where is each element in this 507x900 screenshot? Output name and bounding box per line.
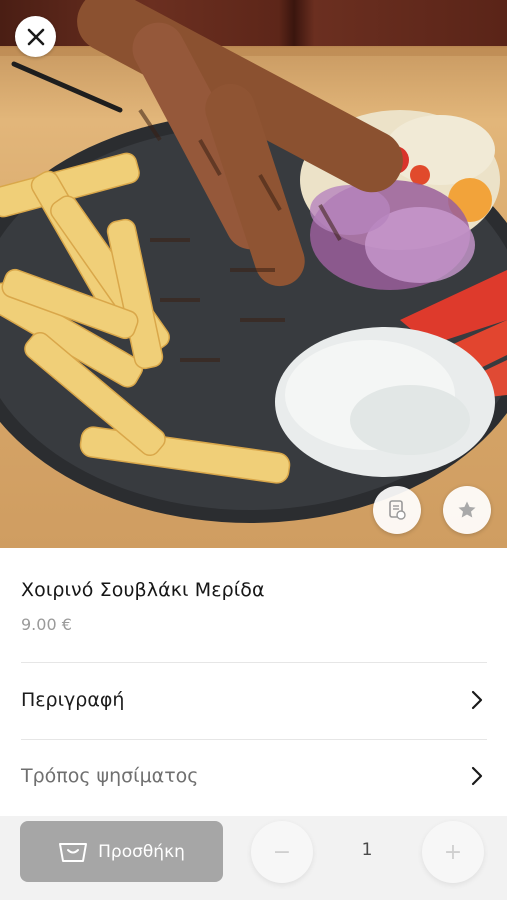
quantity-value: 1 [361,840,373,860]
decrease-quantity-button[interactable]: − [251,821,313,883]
chevron-right-icon [471,766,483,786]
divider [21,662,487,663]
chevron-right-icon [471,690,483,710]
add-to-cart-button[interactable]: Προσθήκη [20,821,223,882]
cooking-method-row[interactable]: Τρόπος ψησίματος [0,746,507,806]
increase-quantity-button[interactable]: + [422,821,484,883]
close-icon [27,28,44,45]
cooking-method-label: Τρόπος ψησίματος [21,765,199,787]
close-button[interactable] [15,16,56,57]
star-icon [458,501,476,518]
description-label: Περιγραφή [21,689,125,711]
dish-illustration [0,0,507,523]
menu-doc-icon [389,500,406,520]
menu-info-button[interactable] [373,486,421,534]
product-image [0,0,507,548]
description-row[interactable]: Περιγραφή [0,670,507,730]
add-to-cart-label: Προσθήκη [98,841,185,862]
product-title: Χοιρινό Σουβλάκι Μερίδα [21,579,265,601]
plus-icon: + [443,839,463,865]
favorite-button[interactable] [443,486,491,534]
add-to-cart-bar: Προσθήκη − 1 + [0,816,507,900]
product-details: Χοιρινό Σουβλάκι Μερίδα 9.00 € Περιγραφή… [0,548,507,816]
product-price: 9.00 € [21,615,72,634]
basket-icon [59,842,88,862]
divider [21,739,487,740]
minus-icon: − [272,839,292,865]
